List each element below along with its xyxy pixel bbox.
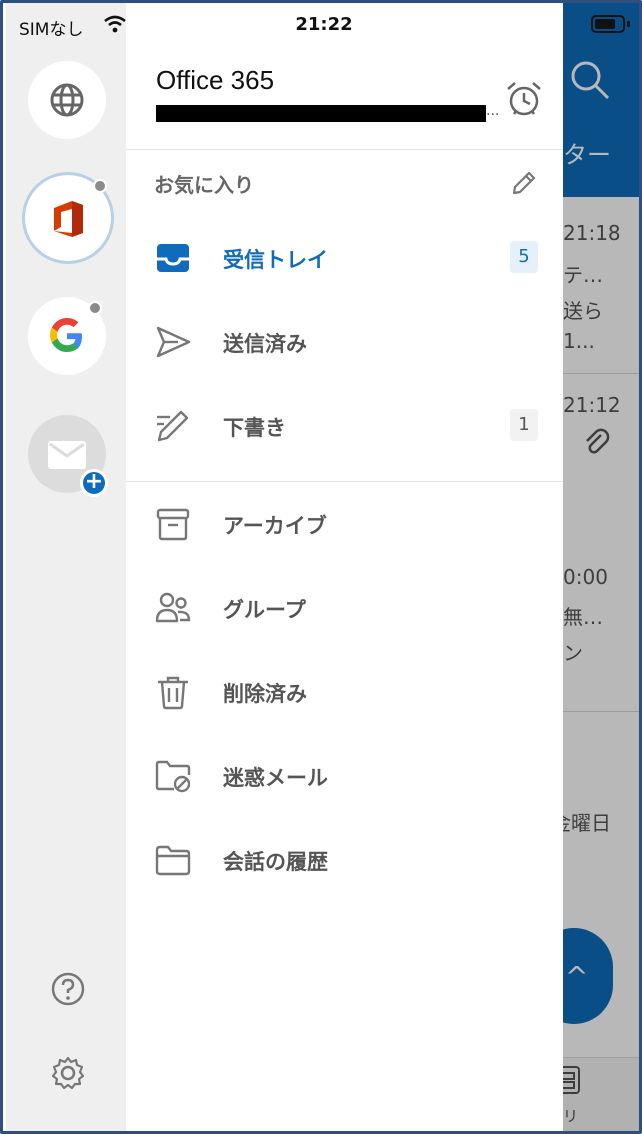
folder-item-sent[interactable]: 送信済み bbox=[126, 311, 563, 371]
inbox-icon bbox=[157, 244, 189, 272]
office-logo-icon bbox=[54, 201, 83, 237]
folder-label: 受信トレイ bbox=[223, 248, 328, 272]
globe-account-button[interactable] bbox=[28, 61, 106, 139]
folder-label: グループ bbox=[223, 598, 306, 622]
folder-item-conversation-history[interactable]: 会話の履歴 bbox=[126, 829, 563, 889]
send-icon bbox=[156, 326, 191, 358]
phone-frame: ター 21:18 テ… 送ら 1... 21:12 0:00 無… ン 金曜日 … bbox=[0, 0, 642, 1134]
group-icon bbox=[155, 592, 191, 623]
folder-label: 下書き bbox=[223, 416, 286, 440]
folder-item-junk[interactable]: 迷惑メール bbox=[126, 745, 563, 805]
folder-label: 会話の履歴 bbox=[223, 850, 328, 874]
account-rail: + bbox=[6, 3, 126, 1131]
folder-label: 迷惑メール bbox=[223, 766, 328, 790]
settings-gear-icon[interactable] bbox=[50, 1055, 86, 1091]
folder-item-inbox[interactable]: 受信トレイ 5 bbox=[126, 227, 563, 287]
account-email-ellipsis: ... bbox=[486, 103, 500, 119]
status-dot bbox=[93, 179, 107, 193]
status-bar: SIMなし 21:22 bbox=[3, 3, 639, 47]
account-name: Office 365 bbox=[156, 65, 275, 95]
count-badge: 1 bbox=[510, 409, 538, 441]
alarm-clock-icon[interactable] bbox=[504, 79, 544, 119]
folder-drawer: Office 365 ... お気に入り 受信トレイ 5 送信済み 下書き 1 … bbox=[126, 3, 563, 1131]
favorites-heading: お気に入り bbox=[154, 173, 254, 197]
unread-count-badge: 5 bbox=[510, 241, 538, 273]
clock: 21:22 bbox=[295, 14, 353, 35]
divider bbox=[126, 149, 563, 150]
account-email-redacted bbox=[156, 105, 486, 122]
google-logo-icon bbox=[50, 318, 82, 352]
junk-folder-icon bbox=[155, 760, 191, 793]
globe-icon bbox=[50, 83, 84, 117]
folder-label: 削除済み bbox=[223, 682, 307, 706]
help-icon[interactable] bbox=[50, 971, 86, 1007]
divider bbox=[126, 481, 563, 482]
google-account-button[interactable] bbox=[28, 297, 106, 375]
archive-icon bbox=[156, 508, 190, 541]
status-dot bbox=[88, 301, 102, 315]
folder-label: アーカイブ bbox=[223, 514, 327, 538]
draft-pencil-icon bbox=[157, 410, 189, 442]
folder-item-drafts[interactable]: 下書き 1 bbox=[126, 395, 563, 455]
edit-pencil-icon[interactable] bbox=[510, 169, 538, 197]
add-icon: + bbox=[80, 469, 108, 497]
folder-item-deleted[interactable]: 削除済み bbox=[126, 661, 563, 721]
battery-tip bbox=[627, 21, 630, 27]
mail-icon bbox=[48, 441, 86, 469]
folder-item-archive[interactable]: アーカイブ bbox=[126, 493, 563, 553]
folder-icon bbox=[155, 845, 191, 876]
add-mail-account-button[interactable]: + bbox=[28, 415, 108, 497]
folder-label: 送信済み bbox=[223, 332, 307, 356]
trash-icon bbox=[158, 676, 188, 710]
office-account-button[interactable] bbox=[25, 175, 111, 261]
folder-item-groups[interactable]: グループ bbox=[126, 577, 563, 637]
battery-icon bbox=[591, 15, 625, 33]
